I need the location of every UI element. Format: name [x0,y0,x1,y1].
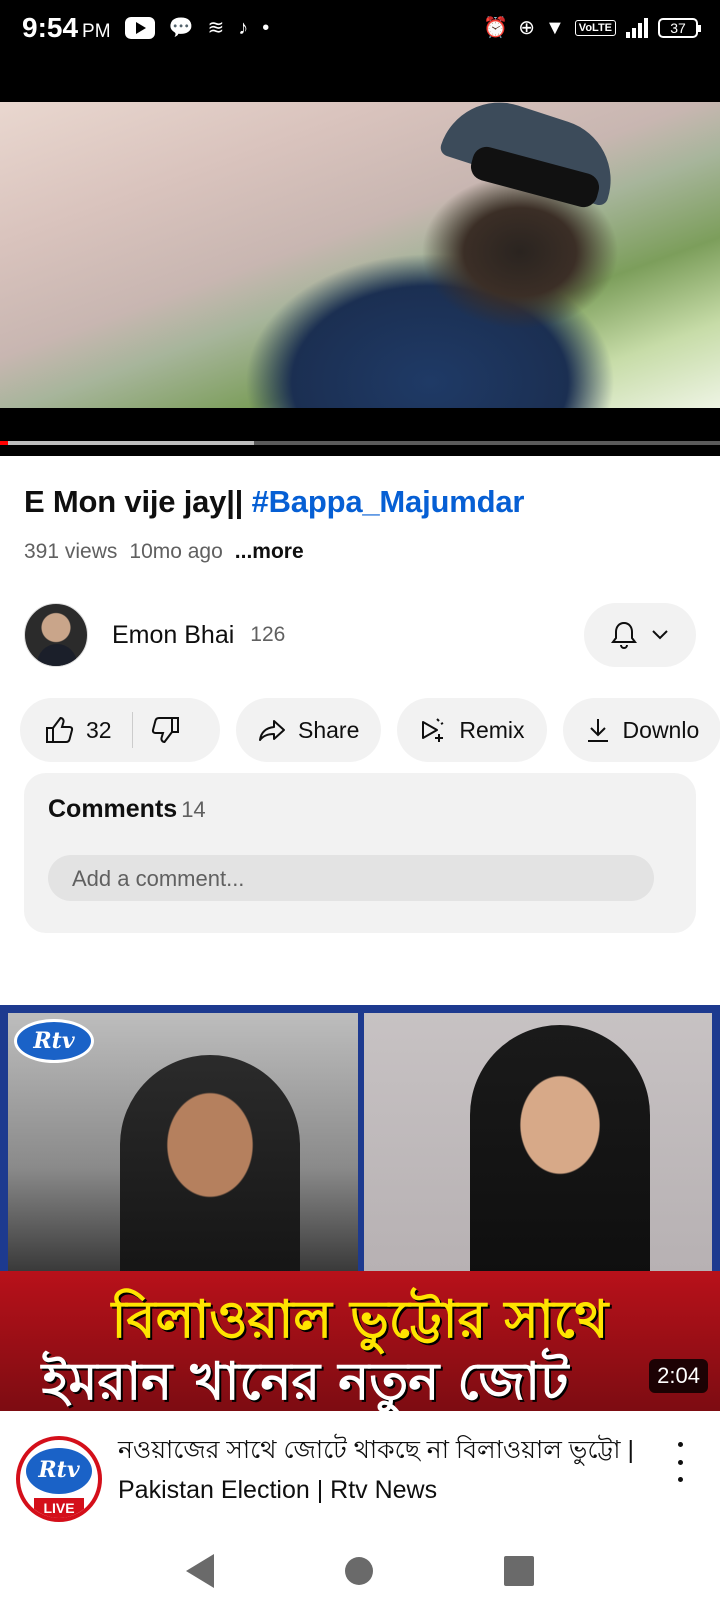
download-icon [587,719,608,742]
thumbnail-person-right [470,1025,650,1275]
data-saver-icon: ⊕ [518,17,535,39]
status-bar: 9:54 PM 💬 ≋ ♪ • ⏰ ⊕ ▼ VoLTE 37 [0,0,720,56]
signal-icon [626,18,648,38]
add-comment-input[interactable]: Add a comment... [48,855,654,901]
comments-header: Comments 14 [48,795,206,823]
video-title[interactable]: E Mon vije jay|| #Bappa_Majumdar [24,484,524,520]
youtube-notification-icon [124,17,155,39]
app-notification-icon: ≋ [207,17,225,39]
next-channel-avatar[interactable]: Rtv LIVE [16,1436,102,1522]
like-dislike-group: 32 [20,698,220,762]
download-label: Downlo [622,716,700,743]
video-buffered-bar [0,441,254,445]
more-description-link[interactable]: ...more [235,540,304,564]
battery-icon: 37 [658,18,701,38]
channel-avatar[interactable] [24,603,88,667]
comments-count: 14 [181,797,206,822]
chevron-down-icon [652,630,668,640]
back-icon[interactable] [185,1554,214,1588]
tiktok-notification-icon: ♪ [238,17,249,39]
channel-row[interactable]: Emon Bhai 126 [24,602,696,668]
next-video-title[interactable]: নওয়াজের সাথে জোটে থাকছে না বিলাওয়াল ভু… [118,1430,638,1510]
rtv-channel-logo: Rtv [26,1448,92,1494]
thumbnail-person-left [120,1055,300,1275]
status-time: 9:54 PM [22,12,111,43]
home-icon[interactable] [344,1557,373,1585]
comments-panel[interactable]: Comments 14 Add a comment... [24,773,696,933]
share-button[interactable]: Share [236,698,382,762]
remix-icon [422,718,444,742]
download-button[interactable]: Downlo [562,698,720,762]
like-count[interactable]: 32 [86,717,112,744]
video-played-bar [0,441,8,445]
video-meta[interactable]: 391 views 10mo ago ...more [24,540,304,564]
video-details: E Mon vije jay|| #Bappa_Majumdar 391 vie… [0,458,720,988]
recent-apps-icon[interactable] [504,1556,535,1586]
system-navigation-bar [0,1530,720,1612]
thumbnail-headline-line2: ইমরান খানের নতুন জোট [41,1352,569,1411]
action-buttons-row: 32 Share Remix Downlo [20,698,720,762]
wifi-icon: ▼ [545,17,565,39]
video-hashtag-link[interactable]: #Bappa_Majumdar [252,484,525,519]
video-duration-badge: 2:04 [649,1359,708,1393]
remix-label: Remix [459,716,525,743]
bell-icon [611,621,637,649]
share-icon [259,720,285,741]
upload-age: 10mo ago [129,540,223,563]
thumbnail-headline-banner: বিলাওয়াল ভুট্টোর সাথে ইমরান খানের নতুন … [0,1271,720,1411]
share-label: Share [298,716,360,743]
notification-bell-button[interactable] [584,603,696,667]
volte-badge: VoLTE [574,20,616,36]
thumbs-down-icon[interactable] [151,715,181,745]
thumbs-up-icon[interactable] [44,715,74,745]
live-badge: LIVE [34,1498,84,1518]
rtv-logo: Rtv [14,1019,94,1063]
video-player[interactable] [0,56,720,456]
channel-name[interactable]: Emon Bhai [112,621,234,650]
more-options-icon[interactable] [670,1442,690,1482]
video-frame[interactable] [0,102,720,408]
next-video-thumbnail[interactable]: Rtv বিলাওয়াল ভুট্টোর সাথে ইমরান খানের ন… [0,1005,720,1411]
view-count: 391 views [24,540,118,563]
more-notifications-icon: • [262,17,270,39]
subscriber-count: 126 [250,623,286,646]
chat-notification-icon: 💬 [168,17,194,39]
remix-button[interactable]: Remix [397,698,547,762]
alarm-icon: ⏰ [483,17,509,39]
next-video-info[interactable]: Rtv LIVE নওয়াজের সাথে জোটে থাকছে না বিল… [0,1420,720,1530]
like-divider [131,712,133,748]
video-progress-bar[interactable] [0,441,720,445]
